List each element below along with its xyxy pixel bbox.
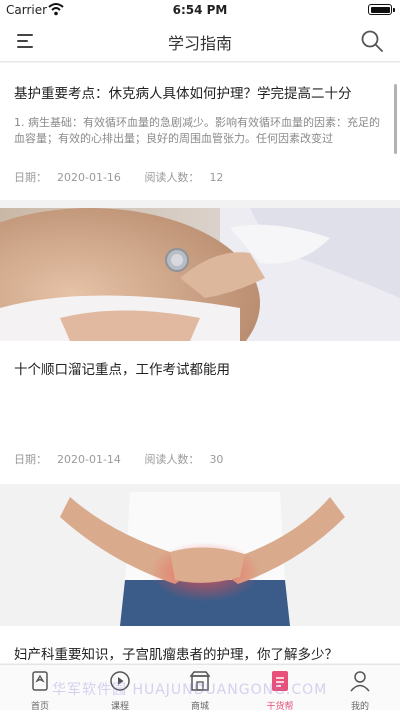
- nav-bar: 学习指南: [0, 20, 400, 62]
- tab-label: 课程: [110, 702, 129, 710]
- article-date: 2020-01-14: [57, 453, 121, 466]
- home-icon: [32, 671, 48, 691]
- tab-profile[interactable]: 我的: [320, 665, 400, 710]
- article-meta: 日期： 2020-01-16 阅读人数： 12: [14, 171, 224, 184]
- article-card[interactable]: 妇产科重要知识，子宫肌瘤患者的护理，你了解多少？: [0, 492, 400, 663]
- shop-icon: [189, 671, 211, 691]
- article-title: 妇产科重要知识，子宫肌瘤患者的护理，你了解多少？: [14, 647, 338, 663]
- course-icon: [110, 671, 130, 691]
- tab-label: 商城: [190, 702, 209, 710]
- article-card[interactable]: 基护重要考点：休克病人具体如何护理？学完提高二十分 1. 病生基础：有效循环血量…: [0, 63, 400, 200]
- article-title: 十个顺口溜记重点，工作考试都能用: [14, 362, 230, 378]
- article-readers: 12: [209, 171, 224, 184]
- status-bar: Carrier 6:54 PM: [0, 0, 400, 20]
- tab-label: 我的: [350, 702, 369, 710]
- notes-icon: [272, 671, 288, 691]
- profile-icon: [350, 671, 370, 692]
- article-photo: [0, 208, 400, 341]
- clock: 6:54 PM: [172, 3, 228, 17]
- battery-icon: [368, 4, 395, 15]
- tab-course[interactable]: 课程: [80, 665, 160, 710]
- article-title: 基护重要考点：休克病人具体如何护理？学完提高二十分: [14, 86, 352, 102]
- article-photo: [0, 492, 400, 626]
- article-summary: 1. 病生基础：有效循环血量的急剧减少。影响有效循环血量的因素：充足的血容量；有…: [14, 116, 380, 145]
- tab-label: 干货帮: [266, 702, 294, 710]
- article-meta: 日期： 2020-01-14 阅读人数： 30: [14, 453, 224, 466]
- article-date: 2020-01-16: [57, 171, 121, 184]
- tab-label: 首页: [30, 702, 49, 710]
- tab-notes[interactable]: 干货帮: [240, 665, 320, 710]
- page-title: 学习指南: [167, 34, 232, 53]
- article-card[interactable]: 十个顺口溜记重点，工作考试都能用 日期： 2020-01-14 阅读人数： 30: [0, 208, 400, 484]
- tab-shop[interactable]: 商城: [160, 665, 240, 710]
- article-readers: 30: [209, 453, 224, 466]
- scrollbar-thumb[interactable]: [394, 84, 397, 154]
- tab-home[interactable]: 首页: [0, 665, 80, 710]
- article-feed[interactable]: 基护重要考点：休克病人具体如何护理？学完提高二十分 1. 病生基础：有效循环血量…: [0, 63, 400, 663]
- tab-bar: 首页 课程 商城 干货帮 我的: [0, 664, 400, 710]
- search-icon[interactable]: [360, 29, 384, 53]
